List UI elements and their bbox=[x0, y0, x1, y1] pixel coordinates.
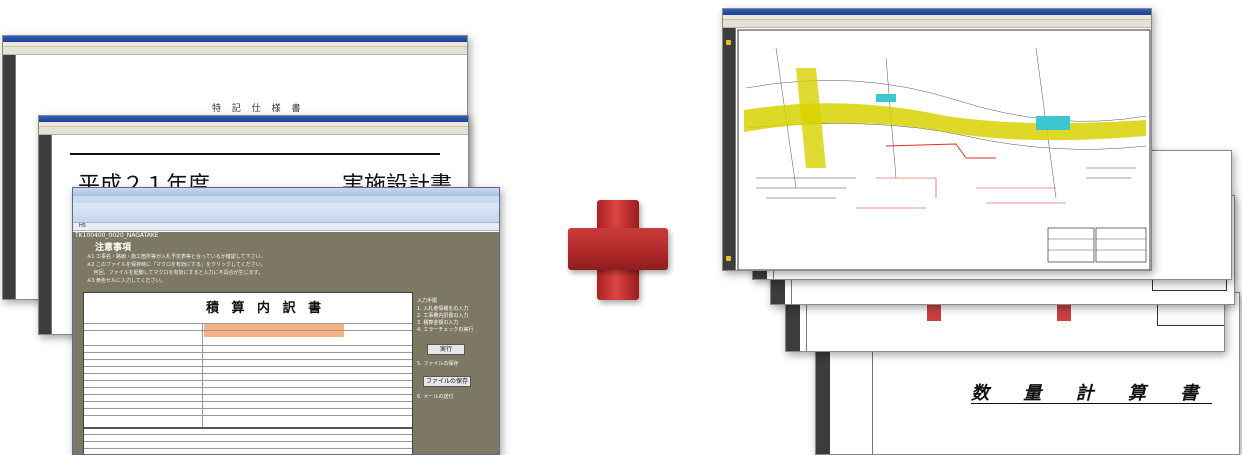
drawing-legend-box bbox=[1047, 227, 1095, 263]
plus-icon-horizontal-bar bbox=[568, 228, 668, 270]
input-step-5: 5. ファイルの保存 bbox=[417, 361, 459, 367]
window-titlebar[interactable] bbox=[73, 188, 499, 196]
file-path-line: TK100400_0020_NAGATAKE bbox=[75, 232, 159, 239]
column-divider bbox=[202, 323, 203, 427]
navigation-panel[interactable] bbox=[723, 28, 735, 270]
sheet-row[interactable] bbox=[84, 427, 412, 434]
notice-line-4: ※3 黄色セルに入力してください。 bbox=[87, 278, 166, 284]
sheet-row[interactable] bbox=[84, 387, 412, 394]
sheet-area: TK100400_0020_NAGATAKE 注意事項 ※1 工事名・路線・施工… bbox=[73, 232, 499, 454]
sheet-row[interactable] bbox=[84, 330, 412, 337]
sheet-row[interactable] bbox=[84, 441, 412, 448]
quantity-calculation-title: 数 量 計 算 書 bbox=[971, 383, 1213, 404]
sheet-row[interactable] bbox=[84, 408, 412, 415]
sheet-row[interactable] bbox=[84, 359, 412, 366]
sheet-row[interactable] bbox=[84, 448, 412, 454]
sheet-title: 積 算 内 訳 書 bbox=[206, 301, 326, 316]
water-area-cyan bbox=[876, 94, 896, 102]
sheet-row[interactable] bbox=[84, 380, 412, 387]
run-button[interactable]: 実行 bbox=[427, 344, 465, 355]
navigation-panel[interactable] bbox=[39, 135, 51, 334]
input-step-4: 4. エラーチェックの実行 bbox=[417, 327, 474, 333]
notice-line-1: ※1 工事名・路線・施工箇所等が入札予定表等と合っているか確認して下さい。 bbox=[87, 254, 266, 260]
sheet-row[interactable] bbox=[84, 434, 412, 441]
excel-window[interactable]: H5 TK100400_0020_NAGATAKE 注意事項 ※1 工事名・路線… bbox=[72, 187, 500, 455]
input-step-1: 1. 入札者情報をの入力 bbox=[417, 306, 469, 312]
document-title: 特 記 仕 様 書 bbox=[212, 104, 305, 114]
bookmark-icon[interactable] bbox=[726, 256, 731, 261]
cad-drawing-page bbox=[735, 28, 1151, 270]
bookmark-icon[interactable] bbox=[726, 40, 731, 45]
input-steps-header: 入力手順 bbox=[417, 298, 438, 304]
navigation-panel[interactable] bbox=[3, 55, 15, 299]
ribbon-tabs[interactable] bbox=[73, 196, 499, 203]
input-step-3: 3. 積算金額の入力 bbox=[417, 320, 459, 326]
formula-bar[interactable]: H5 bbox=[73, 223, 499, 231]
sheet-row[interactable] bbox=[84, 345, 412, 352]
road-plan-drawing bbox=[737, 29, 1151, 270]
sheet-row[interactable] bbox=[84, 323, 412, 330]
sheet-row[interactable] bbox=[84, 366, 412, 373]
input-step-2: 2. 工事費内訳書の入力 bbox=[417, 313, 469, 319]
notice-line-3: 何回、ファイルを起動してマクロを有効にすると入力に不具合が生じます。 bbox=[87, 270, 263, 276]
input-step-6: 6. メールの送付 bbox=[417, 394, 454, 400]
sheet-row[interactable] bbox=[84, 373, 412, 380]
cad-drawing-window[interactable] bbox=[722, 8, 1152, 271]
estimate-sheet[interactable]: 積 算 内 訳 書 bbox=[83, 292, 413, 454]
sheet-row[interactable] bbox=[84, 415, 412, 422]
save-file-button[interactable]: ファイルの保存 bbox=[423, 376, 471, 387]
ribbon[interactable] bbox=[73, 203, 499, 223]
water-area-cyan bbox=[1036, 116, 1070, 130]
red-profile bbox=[885, 143, 996, 159]
sheet-row[interactable] bbox=[84, 401, 412, 408]
notice-heading: 注意事項 bbox=[95, 243, 132, 253]
drawing-title-block bbox=[1095, 227, 1147, 263]
toolbar[interactable] bbox=[723, 20, 1151, 28]
toolbar[interactable] bbox=[39, 127, 468, 135]
cell-reference[interactable]: H5 bbox=[79, 223, 86, 229]
sheet-row[interactable] bbox=[84, 352, 412, 359]
sheet-row[interactable] bbox=[84, 394, 412, 401]
notice-line-2: ※2 このファイルを保存時に「マクロを有効にする」をクリックしてください。 bbox=[87, 262, 266, 268]
toolbar[interactable] bbox=[3, 47, 467, 55]
